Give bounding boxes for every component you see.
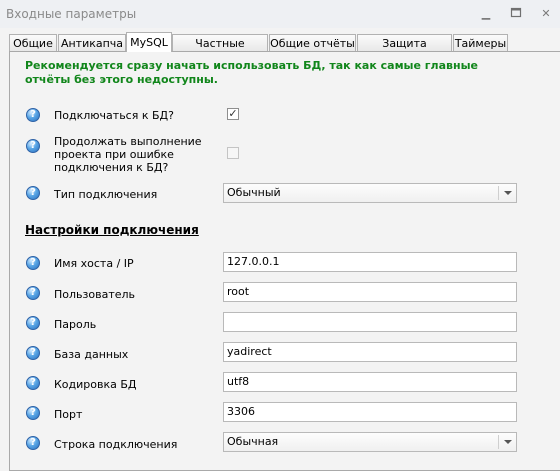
host-input[interactable]: 127.0.0.1	[223, 252, 517, 272]
warning-text: Рекомендуется сразу начать использовать …	[25, 59, 478, 86]
help-icon[interactable]: ?	[26, 139, 40, 153]
help-icon[interactable]: ?	[26, 108, 40, 122]
restore-icon[interactable]	[508, 7, 524, 21]
help-icon[interactable]: ?	[26, 316, 40, 330]
help-icon[interactable]: ?	[26, 406, 40, 420]
connection-string-label: Строка подключения	[54, 438, 178, 451]
connection-string-select[interactable]: Обычная	[223, 432, 517, 452]
user-input[interactable]: root	[223, 282, 517, 302]
continue-label: Продолжать выполнение проекта при ошибке…	[54, 135, 202, 174]
host-label: Имя хоста / IP	[54, 257, 134, 270]
connection-type-select[interactable]: Обычный	[223, 183, 517, 203]
tab-private-reports[interactable]: Частные отчёты	[172, 34, 268, 67]
connect-label: Подключаться к БД?	[54, 109, 174, 122]
connect-checkbox[interactable]: ✓	[227, 108, 239, 120]
connection-type-value: Обычный	[227, 186, 281, 199]
tab-anticaptcha[interactable]: Антикапча	[58, 34, 126, 51]
chevron-down-icon	[504, 440, 512, 444]
continue-checkbox[interactable]	[227, 147, 239, 159]
combo-separator	[498, 186, 499, 200]
tab-reports-protection[interactable]: Защита отчётов	[357, 34, 452, 67]
help-icon[interactable]: ?	[26, 436, 40, 450]
minimize-icon[interactable]: ▁	[478, 7, 494, 21]
chevron-down-icon	[504, 191, 512, 195]
window-title: Входные параметры	[6, 7, 137, 21]
database-label: База данных	[54, 348, 129, 361]
password-label: Пароль	[54, 318, 97, 331]
password-input[interactable]	[223, 312, 517, 332]
encoding-label: Кодировка БД	[54, 378, 137, 391]
help-icon[interactable]: ?	[26, 286, 40, 300]
encoding-input[interactable]: utf8	[223, 372, 517, 392]
help-icon[interactable]: ?	[26, 346, 40, 360]
port-label: Порт	[54, 408, 83, 421]
connection-string-value: Обычная	[227, 435, 279, 448]
tab-common-reports[interactable]: Общие отчёты	[269, 34, 356, 51]
window-titlebar: Входные параметры ▁ ✕	[0, 0, 560, 28]
tab-mysql[interactable]: MySQL	[126, 32, 172, 52]
help-icon[interactable]: ?	[26, 376, 40, 390]
tab-general[interactable]: Общие	[9, 34, 57, 51]
help-icon[interactable]: ?	[26, 256, 40, 270]
section-title: Настройки подключения	[25, 223, 199, 237]
user-label: Пользователь	[54, 288, 136, 301]
help-icon[interactable]: ?	[26, 186, 40, 200]
database-input[interactable]: yadirect	[223, 342, 517, 362]
tab-timers[interactable]: Таймеры	[453, 34, 508, 51]
combo-separator	[498, 435, 499, 449]
connection-type-label: Тип подключения	[54, 188, 158, 201]
close-icon[interactable]: ✕	[538, 7, 554, 21]
port-input[interactable]: 3306	[223, 402, 517, 422]
